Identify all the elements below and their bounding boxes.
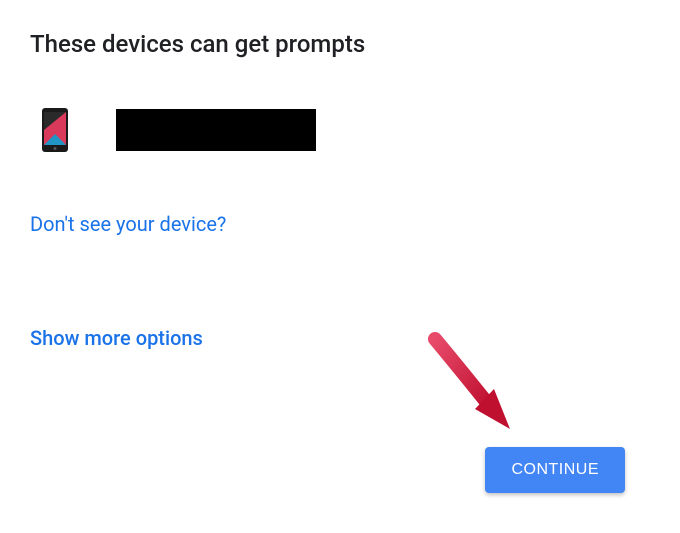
device-row <box>30 108 650 152</box>
show-more-options-link[interactable]: Show more options <box>30 326 203 350</box>
page-title: These devices can get prompts <box>30 30 650 58</box>
phone-icon <box>42 108 68 152</box>
continue-button[interactable]: CONTINUE <box>485 447 625 493</box>
device-name-redacted <box>116 109 316 151</box>
annotation-arrow-icon <box>420 329 540 453</box>
dont-see-device-link[interactable]: Don't see your device? <box>30 212 226 236</box>
